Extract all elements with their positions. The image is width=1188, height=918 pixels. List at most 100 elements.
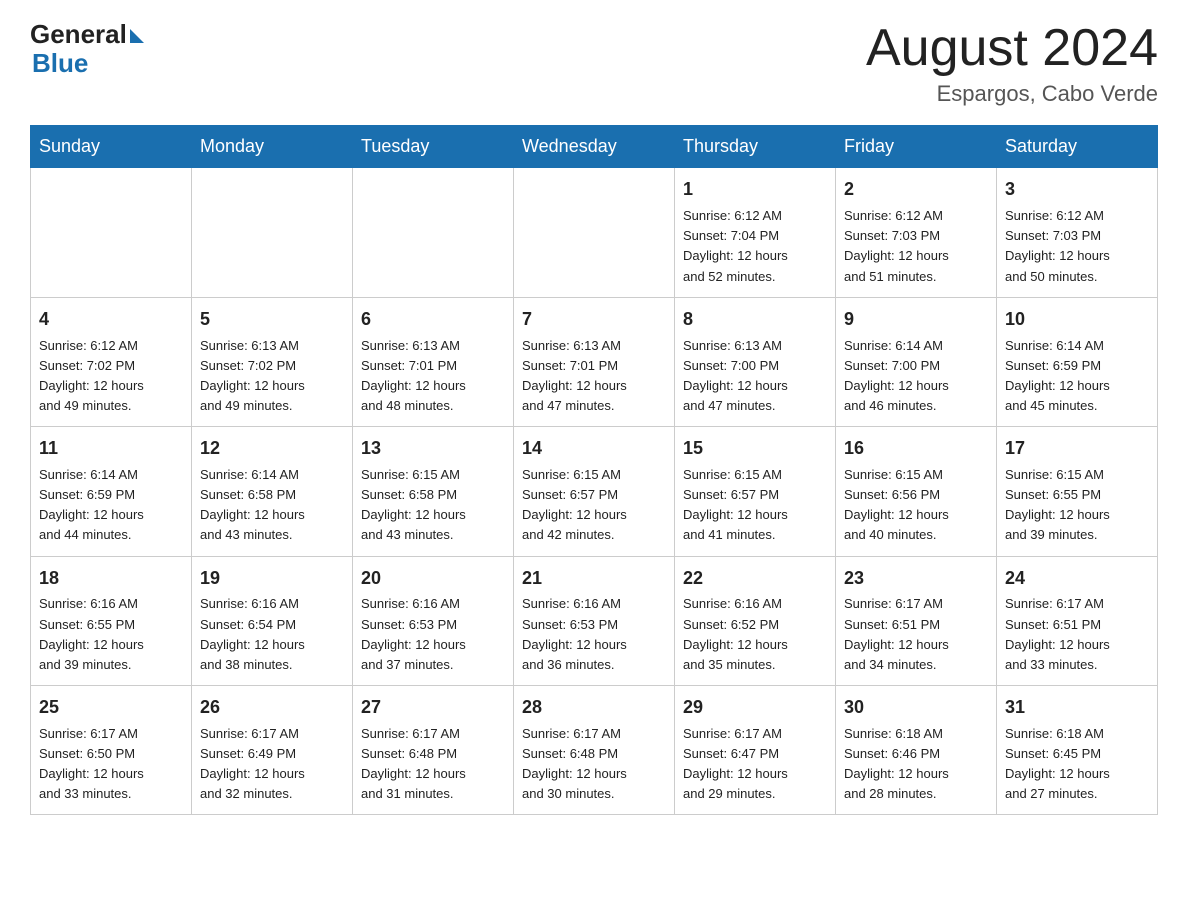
calendar-week-row: 11Sunrise: 6:14 AM Sunset: 6:59 PM Dayli… xyxy=(31,427,1158,556)
day-info: Sunrise: 6:13 AM Sunset: 7:02 PM Dayligh… xyxy=(200,336,344,417)
day-number: 19 xyxy=(200,565,344,593)
day-number: 3 xyxy=(1005,176,1149,204)
day-number: 27 xyxy=(361,694,505,722)
day-number: 23 xyxy=(844,565,988,593)
calendar-week-row: 25Sunrise: 6:17 AM Sunset: 6:50 PM Dayli… xyxy=(31,686,1158,815)
weekday-header-wednesday: Wednesday xyxy=(514,126,675,168)
day-info: Sunrise: 6:12 AM Sunset: 7:03 PM Dayligh… xyxy=(844,206,988,287)
day-number: 9 xyxy=(844,306,988,334)
day-number: 7 xyxy=(522,306,666,334)
calendar-cell: 24Sunrise: 6:17 AM Sunset: 6:51 PM Dayli… xyxy=(997,556,1158,685)
day-number: 26 xyxy=(200,694,344,722)
calendar-cell: 8Sunrise: 6:13 AM Sunset: 7:00 PM Daylig… xyxy=(675,297,836,426)
calendar-cell: 21Sunrise: 6:16 AM Sunset: 6:53 PM Dayli… xyxy=(514,556,675,685)
calendar-header-row: SundayMondayTuesdayWednesdayThursdayFrid… xyxy=(31,126,1158,168)
day-info: Sunrise: 6:15 AM Sunset: 6:56 PM Dayligh… xyxy=(844,465,988,546)
calendar-cell: 31Sunrise: 6:18 AM Sunset: 6:45 PM Dayli… xyxy=(997,686,1158,815)
day-number: 6 xyxy=(361,306,505,334)
calendar-cell: 18Sunrise: 6:16 AM Sunset: 6:55 PM Dayli… xyxy=(31,556,192,685)
day-number: 10 xyxy=(1005,306,1149,334)
calendar-cell xyxy=(514,168,675,297)
calendar-cell: 22Sunrise: 6:16 AM Sunset: 6:52 PM Dayli… xyxy=(675,556,836,685)
day-info: Sunrise: 6:14 AM Sunset: 6:59 PM Dayligh… xyxy=(39,465,183,546)
calendar-cell: 26Sunrise: 6:17 AM Sunset: 6:49 PM Dayli… xyxy=(192,686,353,815)
calendar-cell: 27Sunrise: 6:17 AM Sunset: 6:48 PM Dayli… xyxy=(353,686,514,815)
calendar-cell: 20Sunrise: 6:16 AM Sunset: 6:53 PM Dayli… xyxy=(353,556,514,685)
weekday-header-sunday: Sunday xyxy=(31,126,192,168)
day-info: Sunrise: 6:12 AM Sunset: 7:04 PM Dayligh… xyxy=(683,206,827,287)
calendar-week-row: 18Sunrise: 6:16 AM Sunset: 6:55 PM Dayli… xyxy=(31,556,1158,685)
day-info: Sunrise: 6:12 AM Sunset: 7:02 PM Dayligh… xyxy=(39,336,183,417)
day-info: Sunrise: 6:16 AM Sunset: 6:53 PM Dayligh… xyxy=(522,594,666,675)
weekday-header-saturday: Saturday xyxy=(997,126,1158,168)
calendar-cell: 30Sunrise: 6:18 AM Sunset: 6:46 PM Dayli… xyxy=(836,686,997,815)
day-number: 16 xyxy=(844,435,988,463)
day-number: 5 xyxy=(200,306,344,334)
logo-blue-text: Blue xyxy=(32,49,88,78)
calendar-cell: 4Sunrise: 6:12 AM Sunset: 7:02 PM Daylig… xyxy=(31,297,192,426)
day-info: Sunrise: 6:16 AM Sunset: 6:52 PM Dayligh… xyxy=(683,594,827,675)
day-number: 25 xyxy=(39,694,183,722)
calendar-week-row: 1Sunrise: 6:12 AM Sunset: 7:04 PM Daylig… xyxy=(31,168,1158,297)
day-number: 22 xyxy=(683,565,827,593)
calendar-cell: 10Sunrise: 6:14 AM Sunset: 6:59 PM Dayli… xyxy=(997,297,1158,426)
day-info: Sunrise: 6:17 AM Sunset: 6:49 PM Dayligh… xyxy=(200,724,344,805)
day-info: Sunrise: 6:18 AM Sunset: 6:46 PM Dayligh… xyxy=(844,724,988,805)
calendar-cell: 16Sunrise: 6:15 AM Sunset: 6:56 PM Dayli… xyxy=(836,427,997,556)
day-number: 30 xyxy=(844,694,988,722)
calendar-cell: 5Sunrise: 6:13 AM Sunset: 7:02 PM Daylig… xyxy=(192,297,353,426)
calendar-cell xyxy=(353,168,514,297)
day-info: Sunrise: 6:15 AM Sunset: 6:57 PM Dayligh… xyxy=(522,465,666,546)
calendar-cell xyxy=(192,168,353,297)
day-number: 24 xyxy=(1005,565,1149,593)
day-info: Sunrise: 6:16 AM Sunset: 6:53 PM Dayligh… xyxy=(361,594,505,675)
day-number: 15 xyxy=(683,435,827,463)
day-number: 12 xyxy=(200,435,344,463)
calendar-cell xyxy=(31,168,192,297)
day-number: 4 xyxy=(39,306,183,334)
calendar-cell: 6Sunrise: 6:13 AM Sunset: 7:01 PM Daylig… xyxy=(353,297,514,426)
calendar-cell: 14Sunrise: 6:15 AM Sunset: 6:57 PM Dayli… xyxy=(514,427,675,556)
location-label: Espargos, Cabo Verde xyxy=(866,81,1158,107)
day-info: Sunrise: 6:17 AM Sunset: 6:50 PM Dayligh… xyxy=(39,724,183,805)
weekday-header-tuesday: Tuesday xyxy=(353,126,514,168)
day-number: 8 xyxy=(683,306,827,334)
day-info: Sunrise: 6:15 AM Sunset: 6:55 PM Dayligh… xyxy=(1005,465,1149,546)
logo: General Blue xyxy=(30,20,144,77)
calendar-cell: 1Sunrise: 6:12 AM Sunset: 7:04 PM Daylig… xyxy=(675,168,836,297)
day-info: Sunrise: 6:13 AM Sunset: 7:01 PM Dayligh… xyxy=(522,336,666,417)
calendar-cell: 3Sunrise: 6:12 AM Sunset: 7:03 PM Daylig… xyxy=(997,168,1158,297)
calendar-cell: 25Sunrise: 6:17 AM Sunset: 6:50 PM Dayli… xyxy=(31,686,192,815)
day-info: Sunrise: 6:17 AM Sunset: 6:47 PM Dayligh… xyxy=(683,724,827,805)
day-number: 14 xyxy=(522,435,666,463)
day-number: 31 xyxy=(1005,694,1149,722)
day-info: Sunrise: 6:12 AM Sunset: 7:03 PM Dayligh… xyxy=(1005,206,1149,287)
day-number: 21 xyxy=(522,565,666,593)
day-info: Sunrise: 6:17 AM Sunset: 6:51 PM Dayligh… xyxy=(1005,594,1149,675)
day-number: 2 xyxy=(844,176,988,204)
day-info: Sunrise: 6:16 AM Sunset: 6:55 PM Dayligh… xyxy=(39,594,183,675)
logo-general-text: General xyxy=(30,20,127,49)
day-info: Sunrise: 6:18 AM Sunset: 6:45 PM Dayligh… xyxy=(1005,724,1149,805)
calendar-cell: 15Sunrise: 6:15 AM Sunset: 6:57 PM Dayli… xyxy=(675,427,836,556)
day-number: 20 xyxy=(361,565,505,593)
logo-triangle-icon xyxy=(130,29,144,43)
calendar-cell: 28Sunrise: 6:17 AM Sunset: 6:48 PM Dayli… xyxy=(514,686,675,815)
calendar-cell: 13Sunrise: 6:15 AM Sunset: 6:58 PM Dayli… xyxy=(353,427,514,556)
day-info: Sunrise: 6:15 AM Sunset: 6:57 PM Dayligh… xyxy=(683,465,827,546)
day-number: 1 xyxy=(683,176,827,204)
day-info: Sunrise: 6:15 AM Sunset: 6:58 PM Dayligh… xyxy=(361,465,505,546)
calendar-cell: 19Sunrise: 6:16 AM Sunset: 6:54 PM Dayli… xyxy=(192,556,353,685)
day-number: 11 xyxy=(39,435,183,463)
day-info: Sunrise: 6:17 AM Sunset: 6:48 PM Dayligh… xyxy=(522,724,666,805)
day-number: 28 xyxy=(522,694,666,722)
calendar-cell: 23Sunrise: 6:17 AM Sunset: 6:51 PM Dayli… xyxy=(836,556,997,685)
calendar-week-row: 4Sunrise: 6:12 AM Sunset: 7:02 PM Daylig… xyxy=(31,297,1158,426)
day-number: 17 xyxy=(1005,435,1149,463)
day-number: 18 xyxy=(39,565,183,593)
day-info: Sunrise: 6:13 AM Sunset: 7:00 PM Dayligh… xyxy=(683,336,827,417)
day-number: 13 xyxy=(361,435,505,463)
day-info: Sunrise: 6:14 AM Sunset: 6:59 PM Dayligh… xyxy=(1005,336,1149,417)
calendar-cell: 12Sunrise: 6:14 AM Sunset: 6:58 PM Dayli… xyxy=(192,427,353,556)
calendar-cell: 11Sunrise: 6:14 AM Sunset: 6:59 PM Dayli… xyxy=(31,427,192,556)
